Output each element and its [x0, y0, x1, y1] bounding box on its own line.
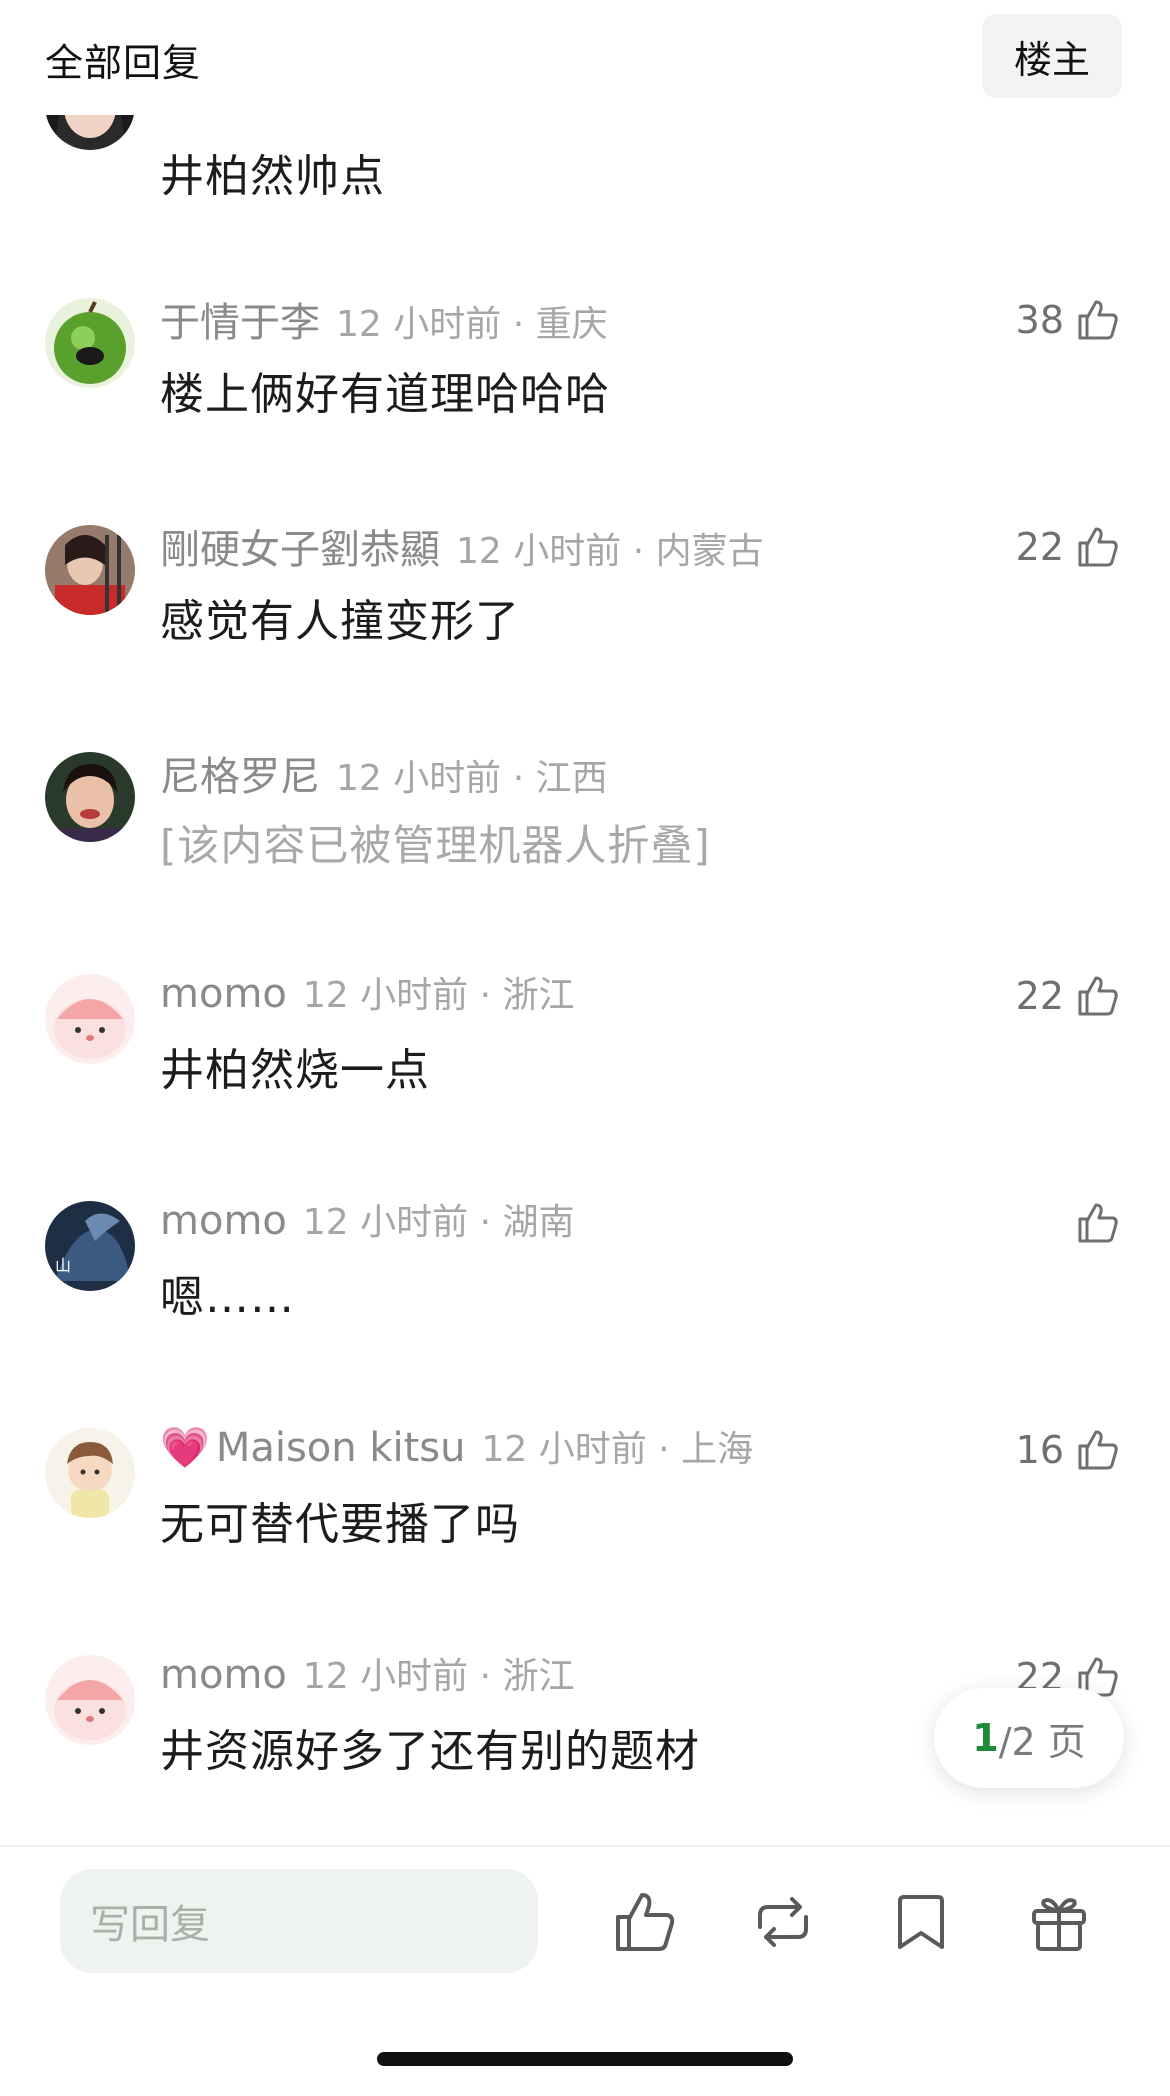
home-indicator[interactable] — [377, 2052, 793, 2066]
thumbs-up-icon[interactable] — [610, 1887, 680, 1957]
comment-text: 井资源好多了还有别的题材 — [160, 1726, 700, 1777]
page-title: 全部回复 — [45, 41, 202, 85]
current-page: 1 — [972, 1716, 999, 1760]
bookmark-icon[interactable] — [886, 1887, 956, 1957]
like-count: 22 — [1015, 974, 1064, 1018]
total-pages: /2 页 — [998, 1719, 1086, 1764]
avatar[interactable] — [45, 525, 135, 615]
heart-badge-icon: 💗 — [160, 1425, 210, 1471]
comment-meta: 于情于李 12 小时前 · 重庆 — [160, 290, 608, 348]
avatar[interactable] — [45, 1428, 135, 1518]
gift-icon[interactable] — [1024, 1887, 1094, 1957]
reply-input[interactable]: 写回复 — [60, 1869, 538, 1973]
like-button[interactable] — [1064, 1193, 1122, 1253]
timestamp-location: 12 小时前 · 内蒙古 — [456, 531, 764, 572]
timestamp-location: 12 小时前 · 重庆 — [336, 304, 608, 345]
thumbs-up-icon — [1078, 1203, 1118, 1243]
avatar[interactable] — [45, 1655, 135, 1745]
like-count: 22 — [1015, 525, 1064, 569]
comment-text: 无可替代要播了吗 — [160, 1499, 520, 1550]
avatar[interactable]: 山 — [45, 1201, 135, 1291]
username[interactable]: 于情于李 — [160, 290, 320, 348]
timestamp-location: 12 小时前 · 浙江 — [302, 1656, 575, 1697]
username[interactable]: momo — [160, 1652, 287, 1698]
thumbs-up-icon — [1078, 300, 1118, 340]
username[interactable]: momo — [160, 971, 287, 1017]
folded-notice[interactable]: [该内容已被管理机器人折叠] — [160, 812, 711, 873]
comment-meta: 剛硬女子劉恭顯 12 小时前 · 内蒙古 — [160, 517, 764, 575]
username[interactable]: Maison kitsu — [216, 1425, 466, 1471]
comment-meta: momo 12 小时前 · 浙江 — [160, 1647, 574, 1699]
comment-text: 嗯…… — [160, 1272, 295, 1323]
header: 全部回复 楼主 — [0, 0, 1170, 115]
like-count: 38 — [1015, 298, 1064, 342]
thumbs-up-icon — [1078, 527, 1118, 567]
like-button[interactable]: 22 — [1016, 966, 1122, 1026]
username[interactable]: 剛硬女子劉恭顯 — [160, 517, 440, 575]
repost-icon[interactable] — [748, 1887, 818, 1957]
comment-meta: 尼格罗尼 12 小时前 · 江西 — [160, 744, 608, 802]
comment-meta: momo 12 小时前 · 湖南 — [160, 1193, 574, 1245]
avatar[interactable] — [45, 974, 135, 1064]
like-button[interactable]: 22 — [1016, 517, 1122, 577]
comment-text: 楼上俩好有道理哈哈哈 — [160, 369, 610, 420]
timestamp-location: 12 小时前 · 江西 — [336, 758, 608, 799]
comment-meta: momo 12 小时前 · 浙江 — [160, 966, 574, 1018]
comment-text: 井柏然烧一点 — [160, 1045, 430, 1096]
comment-text: 井柏然帅点 — [160, 151, 385, 202]
comment-text: 感觉有人撞变形了 — [160, 596, 520, 647]
username[interactable]: momo — [160, 1198, 287, 1244]
username[interactable]: 尼格罗尼 — [160, 744, 320, 802]
like-button[interactable]: 16 — [1016, 1420, 1122, 1480]
page-indicator[interactable]: 1 /2 页 — [934, 1688, 1124, 1788]
like-button[interactable]: 38 — [1016, 290, 1122, 350]
avatar[interactable] — [45, 298, 135, 388]
thumbs-up-icon — [1078, 1430, 1118, 1470]
owner-only-button[interactable]: 楼主 — [982, 14, 1122, 98]
timestamp-location: 12 小时前 · 浙江 — [302, 975, 575, 1016]
timestamp-location: 12 小时前 · 湖南 — [302, 1202, 575, 1243]
comment-page: 全部回复 楼主 井柏然帅点 于情于李 12 小时前 · 重庆 楼上俩好有道理哈哈… — [0, 0, 1170, 2096]
thumbs-up-icon — [1078, 976, 1118, 1016]
avatar[interactable] — [45, 752, 135, 842]
like-count: 16 — [1015, 1428, 1064, 1472]
timestamp-location: 12 小时前 · 上海 — [481, 1429, 754, 1470]
comment-meta: 💗 Maison kitsu 12 小时前 · 上海 — [160, 1420, 753, 1472]
svg-text:山: 山 — [55, 1256, 71, 1275]
